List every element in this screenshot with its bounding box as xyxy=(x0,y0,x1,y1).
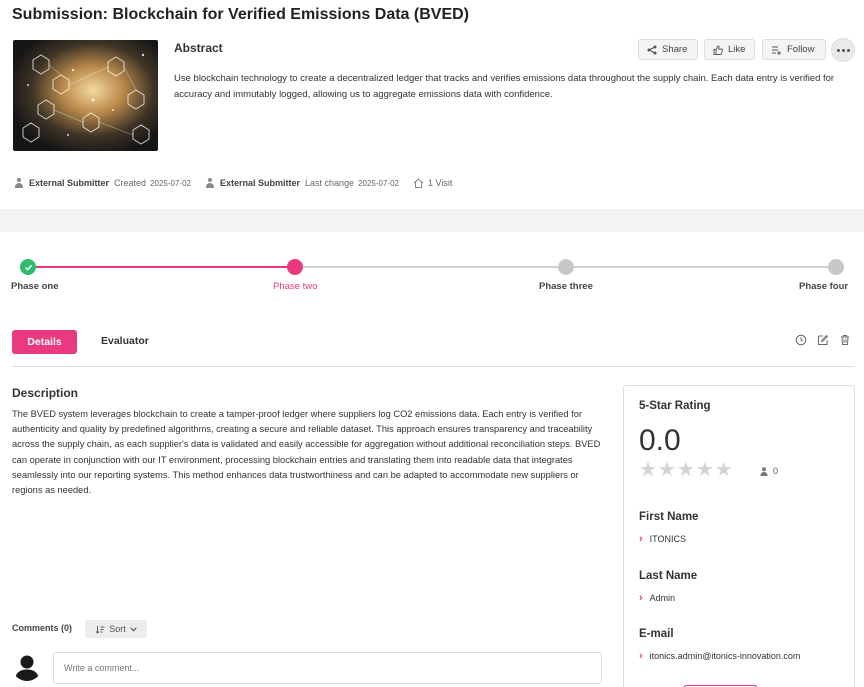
sort-label: Sort xyxy=(109,624,126,634)
thumbs-up-icon xyxy=(713,45,723,55)
last-name-value: › Admin xyxy=(639,592,675,604)
abstract-heading: Abstract xyxy=(174,41,223,55)
first-name-text: ITONICS xyxy=(649,534,687,544)
like-button[interactable]: Like xyxy=(704,39,755,60)
visit-count: 1 Visit xyxy=(427,178,453,188)
follow-button[interactable]: Follow xyxy=(762,39,826,60)
rating-value: 0.0 xyxy=(639,424,681,457)
tab-evaluator[interactable]: Evaluator xyxy=(101,335,149,347)
created-label: Created xyxy=(114,178,147,188)
phase-two-marker[interactable] xyxy=(287,259,303,275)
phase-line-complete xyxy=(28,266,295,268)
changed-label: Last change xyxy=(305,178,355,188)
page-title: Submission: Blockchain for Verified Emis… xyxy=(12,6,469,23)
description-text: The BVED system leverages blockchain to … xyxy=(12,409,601,496)
history-icon[interactable] xyxy=(795,334,807,346)
modifier-name: External Submitter xyxy=(219,178,301,188)
first-name-value: › ITONICS xyxy=(639,533,686,545)
user-icon xyxy=(205,178,215,188)
abstract-text: Use blockchain technology to create a de… xyxy=(174,73,835,100)
rating-heading: 5-Star Rating xyxy=(639,400,711,412)
chevron-right-icon: › xyxy=(639,650,643,662)
tab-details[interactable]: Details xyxy=(12,330,77,354)
sort-button[interactable]: Sort xyxy=(85,620,147,638)
more-options-button[interactable] xyxy=(831,38,855,62)
share-label: Share xyxy=(662,44,688,55)
star-icon[interactable]: ★ xyxy=(715,460,733,480)
last-name-label: Last Name xyxy=(639,570,698,582)
chevron-right-icon: › xyxy=(639,592,643,604)
like-label: Like xyxy=(728,44,746,55)
phase-four-label[interactable]: Phase four xyxy=(799,281,848,292)
submission-meta: External Submitter Created 2025-07-02 Ex… xyxy=(14,178,452,188)
sort-icon xyxy=(95,625,105,634)
last-name-text: Admin xyxy=(649,593,676,603)
share-icon xyxy=(647,45,657,54)
star-icon[interactable]: ★ xyxy=(696,460,714,480)
chevron-right-icon: › xyxy=(639,533,643,545)
comments-count: Comments (0) xyxy=(12,623,73,633)
first-name-label: First Name xyxy=(639,511,699,523)
email-label: E-mail xyxy=(639,628,674,640)
home-icon xyxy=(413,178,424,188)
description-heading: Description xyxy=(12,386,79,400)
comment-input[interactable] xyxy=(53,652,602,684)
section-divider xyxy=(0,209,864,232)
avatar xyxy=(12,651,42,681)
user-icon xyxy=(14,178,24,188)
email-value: › itonics.admin@itonics-innovation.com xyxy=(639,650,800,662)
phase-three-marker[interactable] xyxy=(558,259,574,275)
phase-one-label[interactable]: Phase one xyxy=(11,281,59,292)
rating-count: 0 xyxy=(760,466,778,476)
check-icon xyxy=(24,264,32,271)
created-date: 2025-07-02 xyxy=(150,178,191,188)
creator-name: External Submitter xyxy=(29,178,110,188)
edit-icon[interactable] xyxy=(817,334,829,346)
submission-thumbnail xyxy=(13,40,158,151)
info-panel: 5-Star Rating 0.0 ★ ★ ★ ★ ★ 0 First Name… xyxy=(623,385,855,687)
rating-count-value: 0 xyxy=(773,466,779,476)
email-text: itonics.admin@itonics-innovation.com xyxy=(649,651,801,661)
star-icon[interactable]: ★ xyxy=(639,460,657,480)
chevron-down-icon xyxy=(130,626,137,632)
tab-divider xyxy=(12,366,855,367)
star-icon[interactable]: ★ xyxy=(677,460,695,480)
star-rating[interactable]: ★ ★ ★ ★ ★ xyxy=(639,460,733,480)
follow-label: Follow xyxy=(787,44,815,55)
star-icon[interactable]: ★ xyxy=(658,460,676,480)
share-button[interactable]: Share xyxy=(638,39,698,60)
phase-four-marker[interactable] xyxy=(828,259,844,275)
phase-one-marker[interactable] xyxy=(20,259,36,275)
changed-date: 2025-07-02 xyxy=(358,178,399,188)
phase-three-label[interactable]: Phase three xyxy=(539,281,593,292)
user-icon xyxy=(760,466,768,476)
delete-icon[interactable] xyxy=(839,334,851,346)
phase-two-label[interactable]: Phase two xyxy=(273,281,317,292)
follow-icon xyxy=(772,46,781,55)
